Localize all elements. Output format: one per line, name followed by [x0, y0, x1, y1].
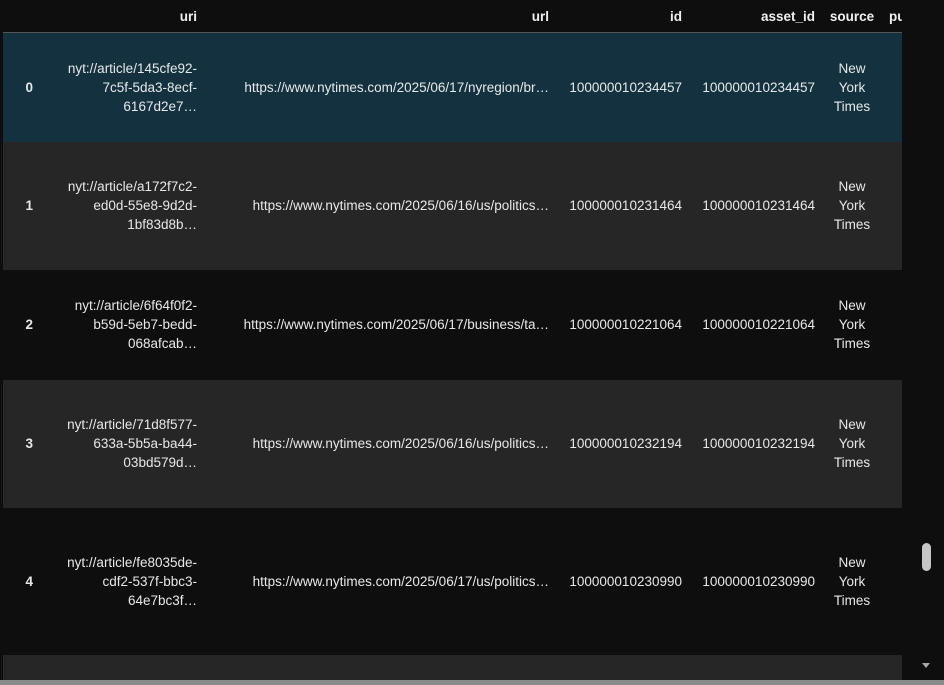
- cell-uri-line: ed0d-55e8-9d2d-: [93, 198, 197, 213]
- column-header-uri[interactable]: uri: [39, 0, 204, 33]
- cell-uri-line: 03bd579d…: [123, 455, 197, 470]
- table-row[interactable]: 1 nyt://article/a172f7c2- ed0d-55e8-9d2d…: [3, 141, 902, 270]
- cell-asset-id: 100000010232194: [689, 379, 822, 508]
- cell-source-line: York: [838, 317, 866, 332]
- cell-source-line: Times: [833, 455, 871, 470]
- partial-row: [3, 654, 902, 680]
- cell-pub: [882, 141, 902, 270]
- cell-uri-line: 64e7bc3f…: [127, 592, 197, 608]
- cell-source-line: Times: [833, 336, 871, 351]
- row-index: 4: [3, 507, 39, 655]
- cell-source-line: York: [838, 198, 866, 213]
- dataframe-table: uri url id asset_id source pul 0 nyt://a…: [3, 0, 902, 680]
- cell-pub: [882, 507, 902, 655]
- cell-uri-line: cdf2-537f-bbc3-: [102, 573, 197, 589]
- cell-source: New York Times: [822, 32, 882, 142]
- cell-asset-id: 100000010231464: [689, 141, 822, 270]
- header-row: uri url id asset_id source pul: [3, 0, 902, 33]
- cell-uri: nyt://article/a172f7c2- ed0d-55e8-9d2d- …: [39, 141, 204, 270]
- column-header-id[interactable]: id: [556, 0, 689, 33]
- column-header-url[interactable]: url: [204, 0, 556, 33]
- vertical-scrollbar[interactable]: [918, 0, 936, 680]
- cell-uri-line: 1bf83d8b…: [127, 217, 197, 232]
- cell-uri: nyt://article/6f64f0f2- b59d-5eb7-bedd- …: [39, 269, 204, 380]
- cell-url: https://www.nytimes.com/2025/06/17/nyreg…: [204, 32, 556, 142]
- table-row[interactable]: [3, 654, 902, 680]
- cell-source-line: New: [838, 298, 866, 313]
- dataframe-table-container[interactable]: uri url id asset_id source pul 0 nyt://a…: [3, 0, 902, 680]
- scroll-down-arrow-icon[interactable]: [922, 663, 930, 668]
- cell-uri: nyt://article/fe8035de- cdf2-537f-bbc3- …: [39, 507, 204, 655]
- cell-pub: [882, 32, 902, 142]
- table-row[interactable]: 3 nyt://article/71d8f577- 633a-5b5a-ba44…: [3, 379, 902, 508]
- cell-source: New York Times: [822, 141, 882, 270]
- cell-asset-id: 100000010230990: [689, 507, 822, 655]
- cell-uri-line: b59d-5eb7-bedd-: [93, 317, 197, 332]
- cell-id: 100000010232194: [556, 379, 689, 508]
- scrollbar-thumb[interactable]: [922, 543, 931, 571]
- cell-source-line: York: [838, 573, 866, 589]
- column-header-pub[interactable]: pul: [882, 0, 902, 33]
- cell-source-line: New: [838, 554, 866, 570]
- table-row[interactable]: 2 nyt://article/6f64f0f2- b59d-5eb7-bedd…: [3, 269, 902, 380]
- dataframe-viewer: uri url id asset_id source pul 0 nyt://a…: [0, 0, 944, 685]
- cell-source-line: New: [838, 417, 866, 432]
- column-header-asset-id[interactable]: asset_id: [689, 0, 822, 33]
- cell-source-line: York: [838, 436, 866, 451]
- cell-asset-id: 100000010234457: [689, 32, 822, 142]
- cell-source: New York Times: [822, 269, 882, 380]
- cell-asset-id: 100000010221064: [689, 269, 822, 380]
- cell-uri-line: 7c5f-5da3-8ecf-: [102, 79, 197, 95]
- row-index: 2: [3, 269, 39, 380]
- cell-uri-line: 633a-5b5a-ba44-: [93, 436, 197, 451]
- cell-url: https://www.nytimes.com/2025/06/17/busin…: [204, 269, 556, 380]
- cell-uri: nyt://article/71d8f577- 633a-5b5a-ba44- …: [39, 379, 204, 508]
- cell-pub: [882, 269, 902, 380]
- cell-source-line: Times: [833, 592, 871, 608]
- cell-url: https://www.nytimes.com/2025/06/17/us/po…: [204, 507, 556, 655]
- cell-source-line: New: [838, 179, 866, 194]
- cell-id: 100000010230990: [556, 507, 689, 655]
- cell-source-line: New: [838, 60, 866, 76]
- cell-uri: nyt://article/145cfe92- 7c5f-5da3-8ecf- …: [39, 32, 204, 142]
- table-body: 0 nyt://article/145cfe92- 7c5f-5da3-8ecf…: [3, 32, 902, 680]
- cell-uri-line: nyt://article/71d8f577-: [67, 417, 197, 432]
- table-header: uri url id asset_id source pul: [3, 0, 902, 33]
- cell-uri-line: nyt://article/6f64f0f2-: [74, 298, 197, 313]
- cell-source-line: Times: [833, 217, 871, 232]
- cell-url: https://www.nytimes.com/2025/06/16/us/po…: [204, 379, 556, 508]
- cell-uri-line: nyt://article/a172f7c2-: [67, 179, 197, 194]
- cell-id: 100000010234457: [556, 32, 689, 142]
- column-header-source[interactable]: source: [822, 0, 882, 33]
- cell-id: 100000010221064: [556, 269, 689, 380]
- column-header-index[interactable]: [3, 0, 39, 33]
- cell-source: New York Times: [822, 507, 882, 655]
- cell-source-line: York: [838, 79, 866, 95]
- row-index: 1: [3, 141, 39, 270]
- cell-id: 100000010231464: [556, 141, 689, 270]
- cell-source: New York Times: [822, 379, 882, 508]
- cell-pub: [882, 379, 902, 508]
- table-row[interactable]: 4 nyt://article/fe8035de- cdf2-537f-bbc3…: [3, 507, 902, 655]
- cell-uri-line: 068afcab…: [127, 336, 197, 351]
- cell-uri-line: nyt://article/fe8035de-: [67, 554, 197, 570]
- cell-url: https://www.nytimes.com/2025/06/16/us/po…: [204, 141, 556, 270]
- cell-uri-line: nyt://article/145cfe92-: [67, 60, 197, 76]
- horizontal-scrollbar[interactable]: [0, 680, 944, 685]
- row-index: 3: [3, 379, 39, 508]
- row-index: 0: [3, 32, 39, 142]
- cell-uri-line: 6167d2e7…: [123, 98, 197, 114]
- cell-source-line: Times: [833, 98, 871, 114]
- table-row[interactable]: 0 nyt://article/145cfe92- 7c5f-5da3-8ecf…: [3, 32, 902, 142]
